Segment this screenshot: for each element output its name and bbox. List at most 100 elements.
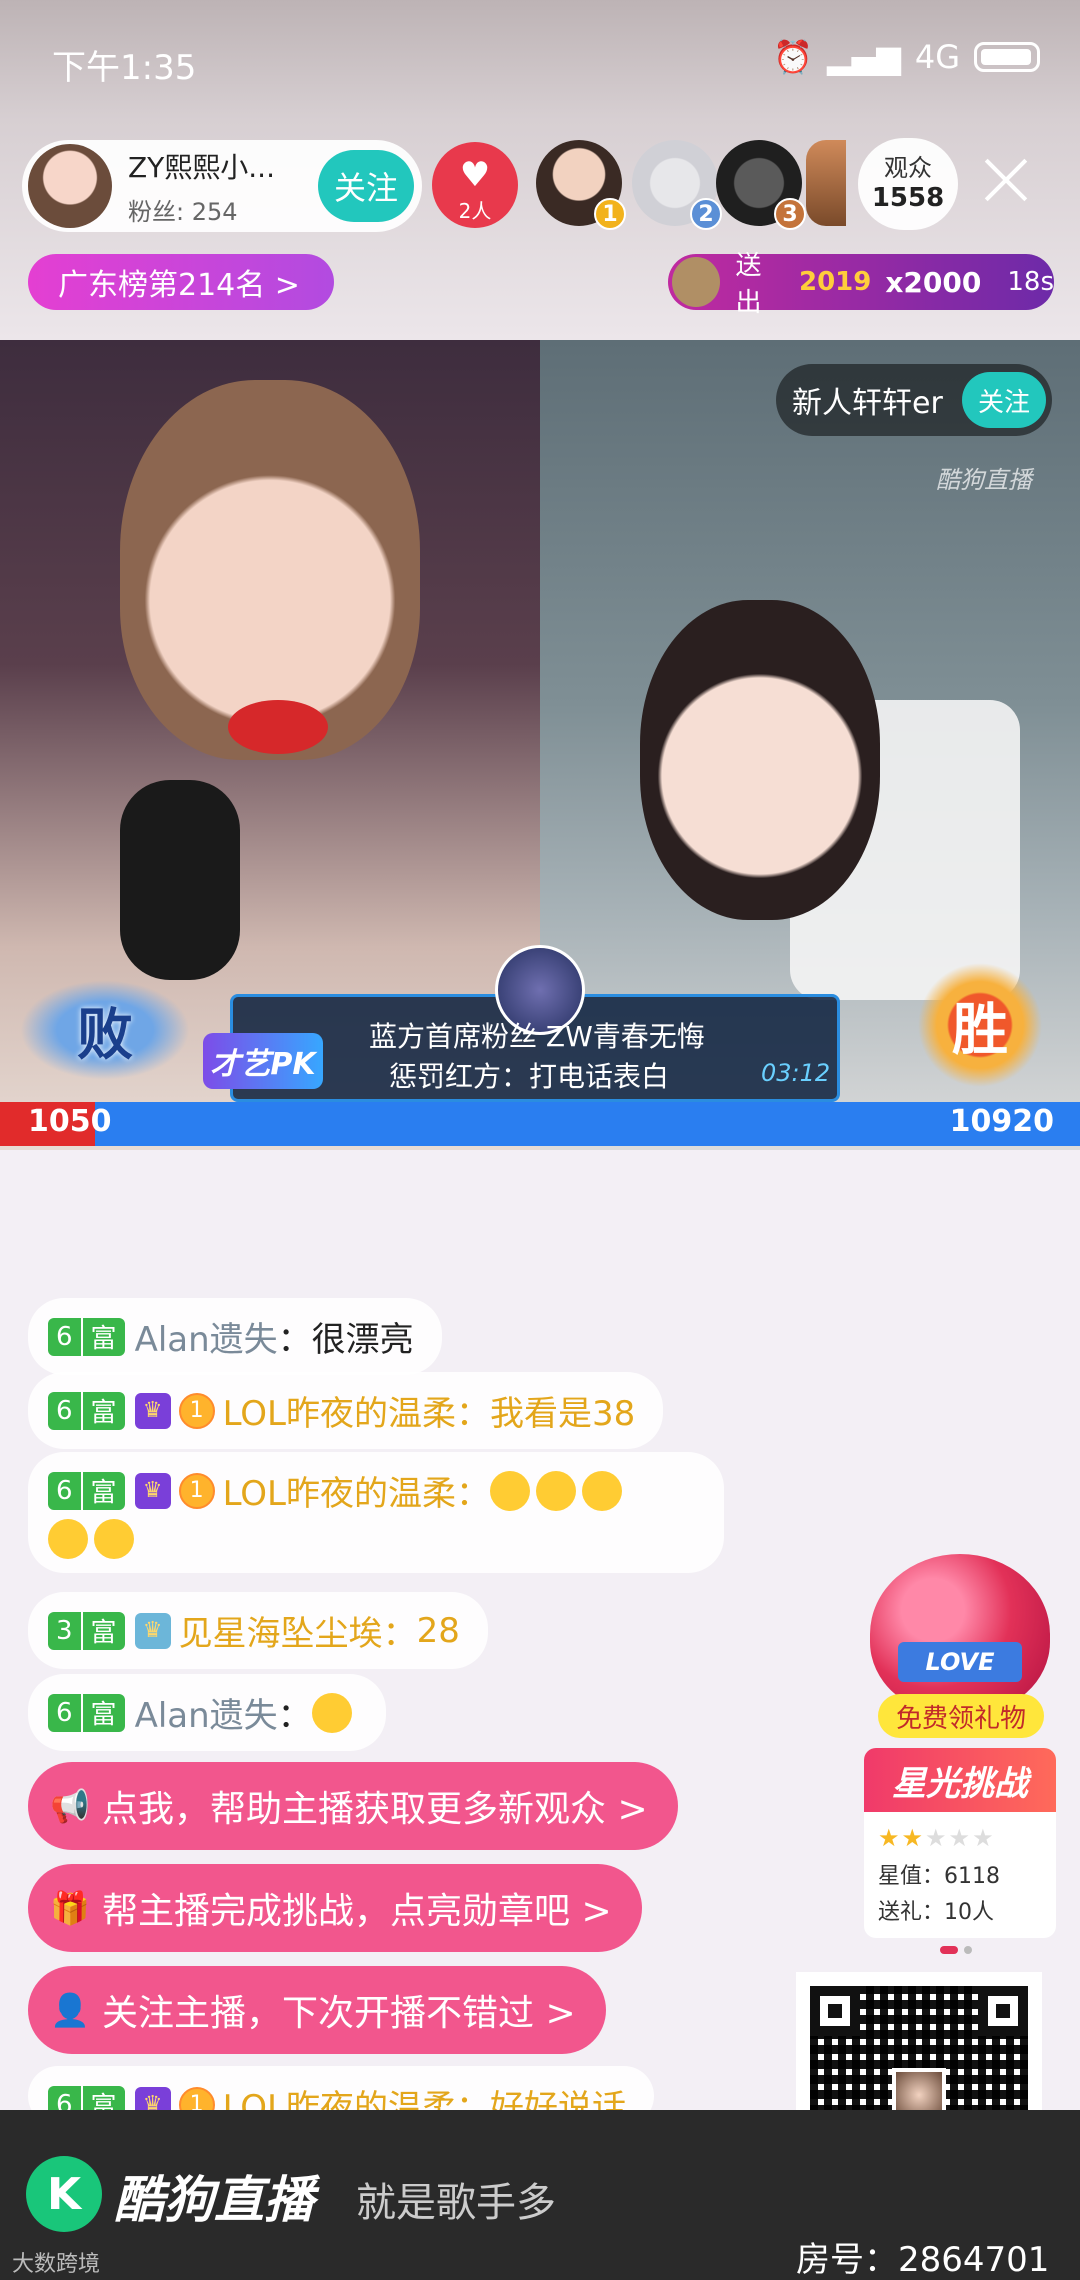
prompt-follow[interactable]: 👤 关注主播，下次开播不错过 > <box>28 1966 606 2054</box>
rank-number: 1 <box>594 198 626 230</box>
anchor-name: ZY熙熙小... <box>128 150 275 184</box>
battery-icon <box>974 42 1040 72</box>
level-badge: 6富 <box>48 1693 125 1732</box>
anchor-info: ZY熙熙小... 粉丝: 254 <box>128 146 318 227</box>
viewers-label: 观众 <box>884 154 932 182</box>
chat-message[interactable]: 6富 Alan遗失 ： <box>28 1674 386 1751</box>
gift-sent-label: 送出 <box>735 251 762 318</box>
chat-message[interactable]: 6富 ♛ 1 LOL昨夜的温柔 ： <box>28 1452 724 1573</box>
brand-name: 酷狗直播 <box>114 2171 314 2229</box>
free-gift-label: 免费领礼物 <box>878 1694 1044 1738</box>
follow-button[interactable]: 关注 <box>318 150 414 222</box>
pk-timer: 03:12 <box>761 1059 831 1087</box>
opponent-follow-chip[interactable]: 新人轩轩er 关注 <box>776 364 1052 436</box>
pk-score-bar: 1050 10920 <box>0 1102 1080 1146</box>
status-time: 下午1:35 <box>52 48 197 88</box>
score-blue: 10920 <box>949 1104 1054 1139</box>
network-type: 4G <box>914 38 960 76</box>
rank-number: 3 <box>774 198 806 230</box>
pk-video-area[interactable]: 新人轩轩er 关注 酷狗直播 败 胜 才艺PK 蓝方首席粉丝 ZW青春无悔 惩罚… <box>0 340 1080 1150</box>
kugou-logo-icon: K <box>26 2156 102 2232</box>
win-label: 胜 <box>952 997 1008 1063</box>
star-rating: ★★★★★ <box>878 1824 996 1852</box>
gift-icon: 2019 <box>798 267 872 297</box>
medal-icon: 1 <box>178 1392 215 1429</box>
rank-avatar-1[interactable]: 1 <box>536 140 626 230</box>
win-badge: 胜 <box>900 960 1060 1090</box>
score-red: 1050 <box>28 1104 112 1139</box>
pk-info-panel[interactable]: 才艺PK 蓝方首席粉丝 ZW青春无悔 惩罚红方：打电话表白 03:12 <box>203 945 840 1102</box>
thinking-emoji-icon <box>311 1692 352 1733</box>
chat-separator: ： <box>456 1474 490 1514</box>
rank-number: 2 <box>690 198 722 230</box>
cool-emoji-icon <box>490 1470 530 1511</box>
chat-text: 28 <box>416 1610 460 1651</box>
right-streamer <box>640 600 880 920</box>
chat-text: 我看是38 <box>490 1394 636 1434</box>
love-ribbon: LOVE <box>898 1642 1022 1682</box>
star-value: 星值：6118 <box>878 1864 1000 1889</box>
chat-username[interactable]: 见星海坠尘埃 <box>179 1606 383 1655</box>
chat-separator: ： <box>277 1320 312 1360</box>
chat-username[interactable]: Alan遗失 <box>135 1688 278 1737</box>
status-bar: 下午1:35 ⏰ ▂▄▆ 4G <box>0 0 1080 120</box>
opponent-name: 新人轩轩er <box>792 386 943 421</box>
chat-username[interactable]: Alan遗失 <box>135 1312 278 1361</box>
gift-sender-avatar <box>672 257 720 307</box>
rank-avatar-2[interactable]: 2 <box>632 140 722 230</box>
cool-emoji-icon <box>48 1519 88 1559</box>
viewers-number: 1558 <box>871 183 945 213</box>
chat-separator: ： <box>456 1394 490 1434</box>
free-gift-widget[interactable]: LOVE 免费领礼物 <box>862 1554 1058 1744</box>
rank-avatar-3[interactable]: 3 <box>716 140 806 230</box>
room-header: ZY熙熙小... 粉丝: 254 关注 ♥ 2人 1 2 3 观众 1558 广… <box>0 120 1080 340</box>
heart-icon <box>870 1554 1050 1714</box>
lips-sticker <box>228 700 328 754</box>
corner-watermark: 大数跨境 <box>12 2252 101 2277</box>
lose-badge: 败 <box>20 980 190 1080</box>
gift-banner[interactable]: 送出 2019 x2000 18s <box>668 251 1054 318</box>
microphone <box>120 780 240 980</box>
chat-username[interactable]: LOL昨夜的温柔 <box>223 1466 456 1515</box>
chat-message[interactable]: 6富 Alan遗失 ： 很漂亮 <box>28 1298 442 1375</box>
chat-message[interactable]: 6富 ♛ 1 LOL昨夜的温柔 ： 我看是38 <box>28 1372 664 1449</box>
gift-icon: 🎁 <box>50 1889 90 1927</box>
level-badge: 3富 <box>48 1611 125 1650</box>
gift-timer: 18s <box>1007 267 1054 297</box>
gift-count: x2000 <box>885 265 982 299</box>
close-icon[interactable] <box>980 152 1032 204</box>
viewers-count[interactable]: 观众 1558 <box>858 138 958 230</box>
star-challenge-card[interactable]: 星光挑战 ★★★★★ 星值：6118 送礼：10人 <box>864 1748 1056 1938</box>
brand-slogan: 就是歌手多 <box>356 2180 556 2226</box>
rank-pill[interactable]: 广东榜第214名 > <box>28 254 334 310</box>
vip-icon: ♛ <box>134 1472 171 1509</box>
chat-message[interactable]: 3富 ♛ 见星海坠尘埃 ： 28 <box>28 1592 488 1669</box>
room-number: 房号：2864701 <box>796 2240 1050 2280</box>
rank-avatar-4[interactable] <box>806 140 846 226</box>
add-user-icon: 👤 <box>50 1991 90 2029</box>
prompt-challenge[interactable]: 🎁 帮主播完成挑战，点亮勋章吧 > <box>28 1864 642 1952</box>
level-badge: 6富 <box>48 1317 125 1356</box>
anchor-avatar[interactable] <box>28 144 112 228</box>
prompt-text: 帮主播完成挑战，点亮勋章吧 > <box>102 1891 612 1932</box>
prompt-new-audience[interactable]: 📢 点我，帮助主播获取更多新观众 > <box>28 1762 678 1850</box>
medal-icon: 1 <box>178 1472 215 1509</box>
level-badge: 6富 <box>48 1471 125 1510</box>
vip-icon: ♛ <box>134 1612 171 1649</box>
cool-emoji-icon <box>536 1470 576 1511</box>
pk-top-fan: 蓝方首席粉丝 ZW青春无悔 <box>369 1020 705 1053</box>
bottom-brand-bar: K 酷狗直播 就是歌手多 房号：2864701 大数跨境 <box>0 2110 1080 2280</box>
carousel-dots <box>940 1946 972 1954</box>
chat-separator: ： <box>277 1696 312 1736</box>
opponent-follow-button[interactable]: 关注 <box>962 372 1046 428</box>
anchor-fans: 粉丝: 254 <box>128 197 238 226</box>
star-gift-count: 送礼：10人 <box>878 1900 994 1925</box>
level-badge: 6富 <box>48 1391 125 1430</box>
status-icons: ⏰ ▂▄▆ 4G <box>773 38 1040 76</box>
guard-count: 2人 <box>458 199 492 223</box>
anchor-card[interactable]: ZY熙熙小... 粉丝: 254 关注 <box>22 140 422 232</box>
star-challenge-title: 星光挑战 <box>864 1748 1056 1812</box>
prompt-text: 点我，帮助主播获取更多新观众 > <box>102 1789 648 1830</box>
guard-badge[interactable]: ♥ 2人 <box>432 142 518 228</box>
chat-username[interactable]: LOL昨夜的温柔 <box>223 1386 456 1435</box>
